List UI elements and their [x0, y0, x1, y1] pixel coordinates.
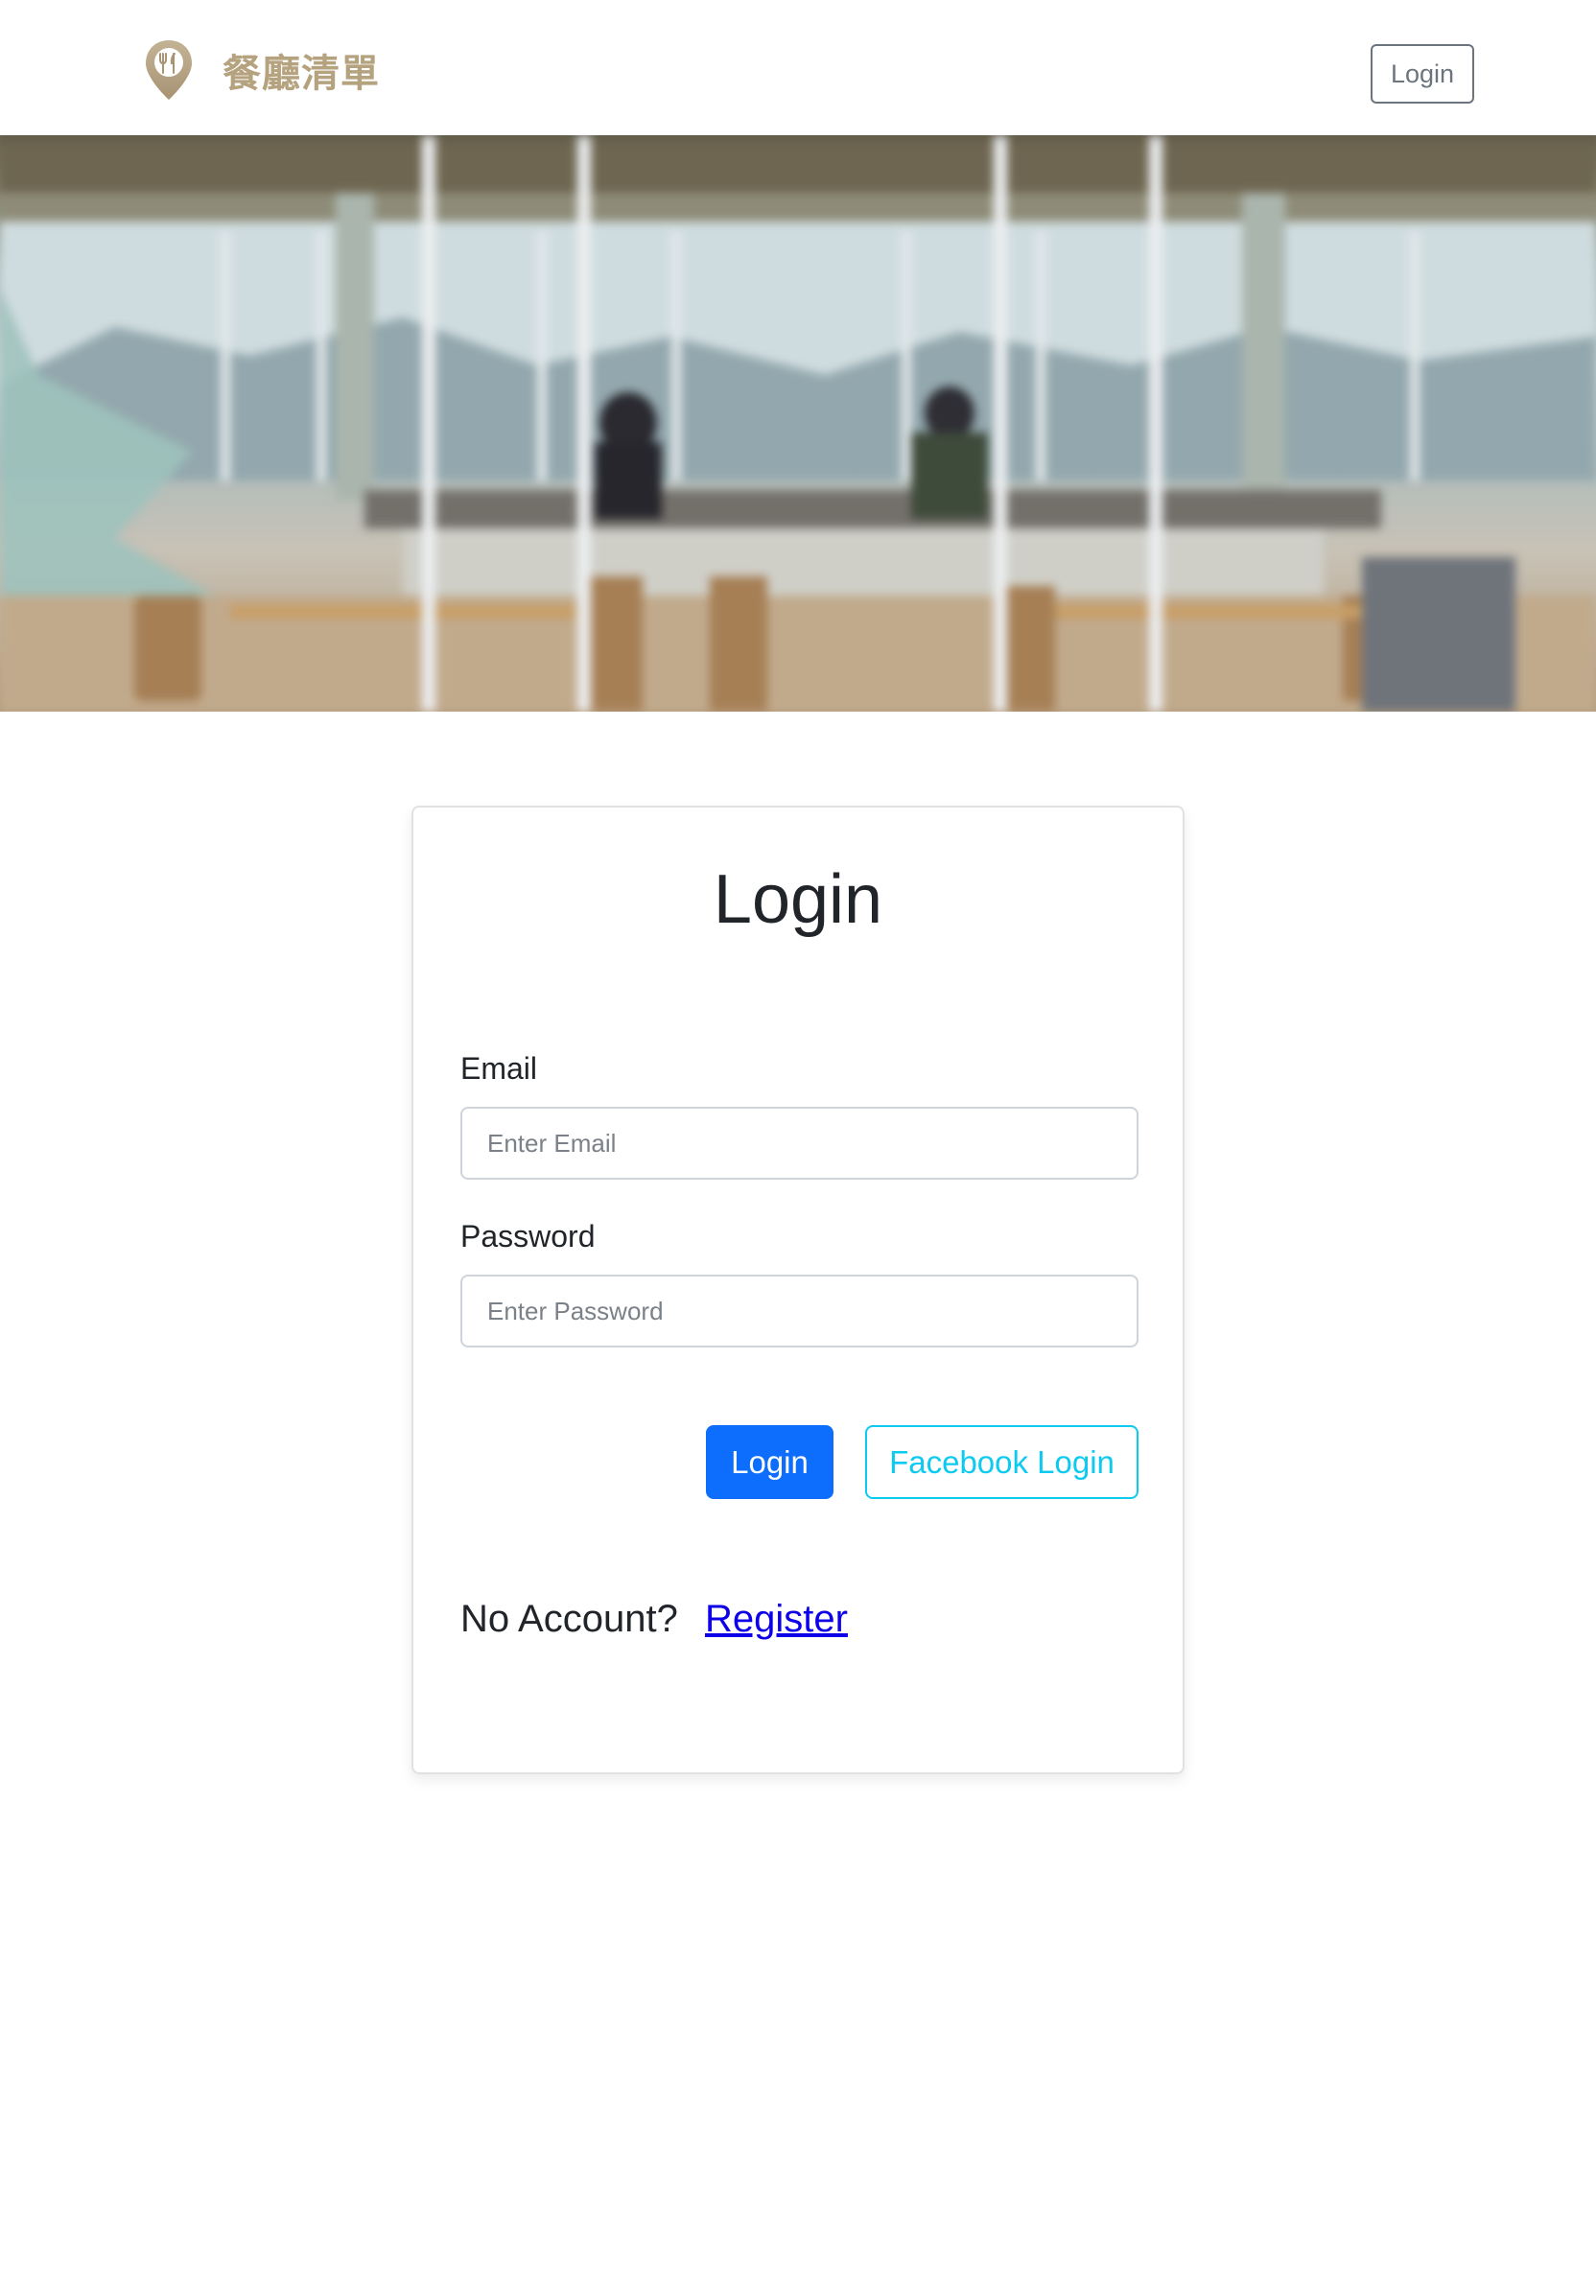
login-submit-button[interactable]: Login — [706, 1425, 833, 1499]
navbar: 餐廳清單 Login — [0, 0, 1596, 135]
no-account-text: No Account? — [460, 1598, 678, 1640]
password-field[interactable] — [460, 1275, 1138, 1347]
login-title: Login — [713, 861, 883, 938]
facebook-login-button[interactable]: Facebook Login — [865, 1425, 1138, 1499]
email-label: Email — [460, 1051, 538, 1086]
email-field[interactable] — [460, 1107, 1138, 1180]
page: 餐廳清單 Login Login Email Enter Email Passw… — [0, 0, 1596, 2296]
brand-name: 餐廳清單 — [223, 52, 380, 96]
hero-banner-image — [0, 135, 1596, 712]
navbar-login-button[interactable]: Login — [1371, 44, 1474, 104]
register-link[interactable]: Register — [705, 1598, 848, 1641]
location-pin-cutlery-icon — [134, 29, 203, 111]
login-card: Login Email Password Login Facebook Logi… — [411, 806, 1185, 1774]
brand-link[interactable]: 餐廳清單 — [134, 29, 380, 111]
password-label: Password — [460, 1219, 596, 1253]
